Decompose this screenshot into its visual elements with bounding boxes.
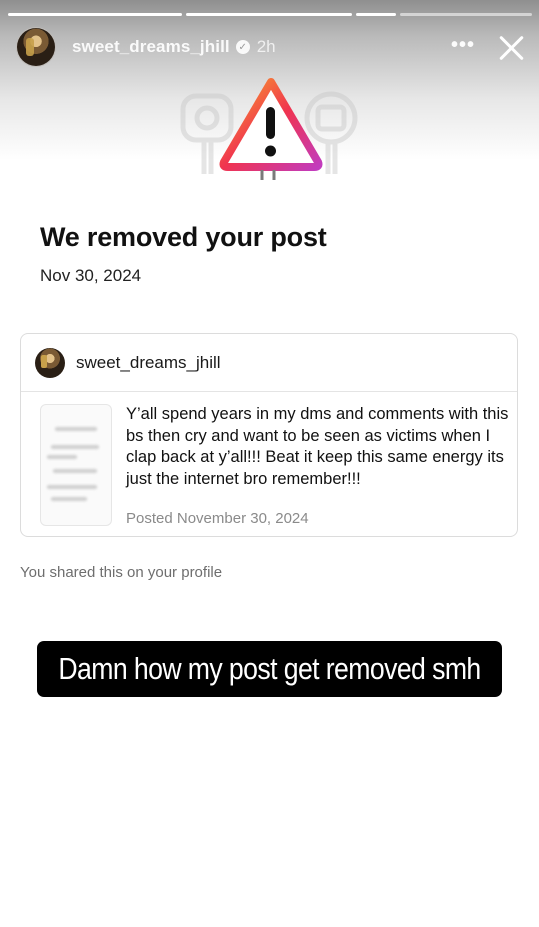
story-header: sweet_dreams_jhill ✓ 2h ••• [16,27,529,67]
progress-segment [400,13,532,16]
story-username[interactable]: sweet_dreams_jhill [72,37,230,57]
story-caption: Damn how my post get removed smh [37,641,502,697]
progress-segment [356,13,396,16]
avatar[interactable] [16,27,56,67]
post-username: sweet_dreams_jhill [76,352,221,372]
story-progress-bar [8,13,532,16]
progress-segment [8,13,182,16]
page-title: We removed your post [40,222,327,252]
removed-post-card[interactable]: sweet_dreams_jhill Y’all spend years in … [20,333,518,537]
caption-text: Damn how my post get removed smh [58,651,481,686]
avatar [35,347,65,378]
story-timestamp: 2h [256,37,276,56]
removal-date: Nov 30, 2024 [40,266,142,285]
post-body-text: Y’all spend years in my dms and comments… [126,405,509,488]
more-options-icon[interactable]: ••• [451,34,475,57]
close-icon[interactable] [497,33,525,61]
progress-segment [186,13,352,16]
post-card-header: sweet_dreams_jhill [21,334,517,392]
post-date: Posted November 30, 2024 [126,510,309,527]
shared-note: You shared this on your profile [20,564,223,581]
verified-badge-icon: ✓ [235,40,250,54]
warning-triangle-icon [180,78,358,180]
post-thumbnail [40,404,112,526]
